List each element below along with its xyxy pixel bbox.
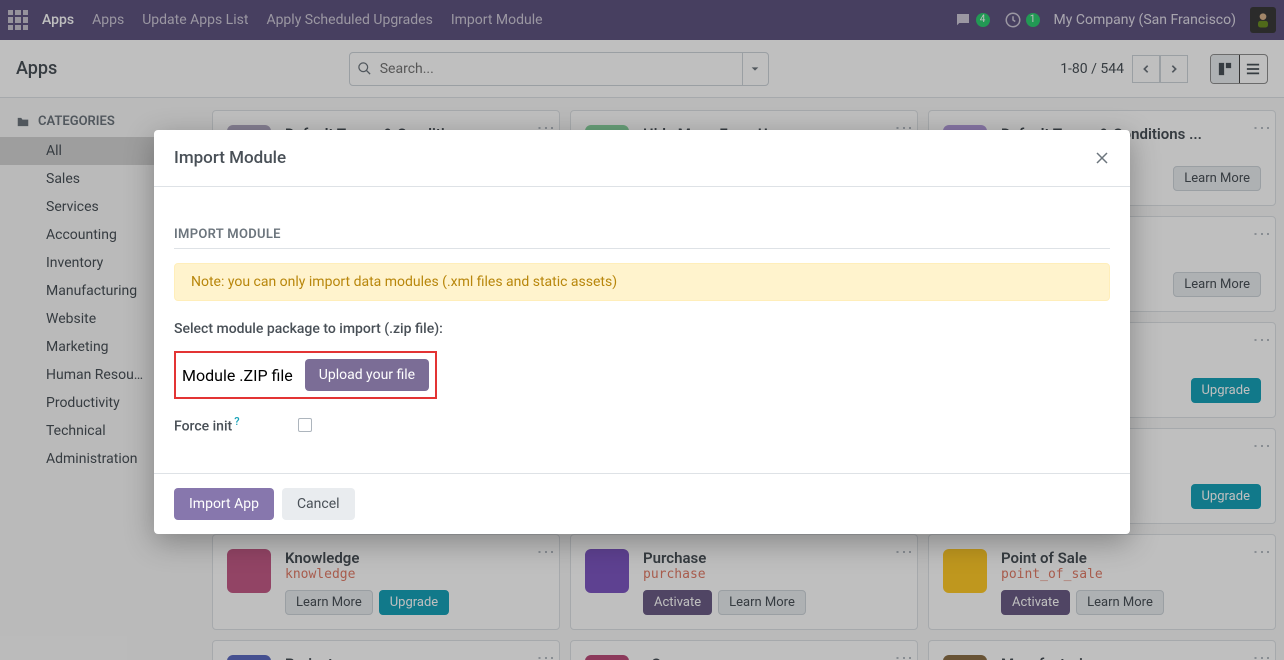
import-warning: Note: you can only import data modules (… xyxy=(174,263,1110,301)
help-icon[interactable]: ? xyxy=(234,415,239,428)
import-module-modal: Import Module IMPORT MODULE Note: you ca… xyxy=(154,130,1130,534)
modal-footer: Import App Cancel xyxy=(154,473,1130,534)
modal-title: Import Module xyxy=(174,148,286,168)
upload-field-wrapper: Module .ZIP file Upload your file xyxy=(174,351,437,399)
close-icon xyxy=(1094,150,1110,166)
upload-file-button[interactable]: Upload your file xyxy=(305,359,429,391)
modal-section-label: IMPORT MODULE xyxy=(174,227,1110,249)
modal-close-button[interactable] xyxy=(1094,150,1110,166)
cancel-button[interactable]: Cancel xyxy=(282,488,355,520)
modal-body: IMPORT MODULE Note: you can only import … xyxy=(154,187,1130,473)
import-app-button[interactable]: Import App xyxy=(174,488,274,520)
force-init-label: Force init? xyxy=(174,415,284,435)
force-init-row: Force init? xyxy=(174,415,1110,435)
modal-header: Import Module xyxy=(154,130,1130,187)
force-init-checkbox[interactable] xyxy=(298,418,312,432)
zip-file-label: Module .ZIP file xyxy=(182,366,293,385)
import-instruction: Select module package to import (.zip fi… xyxy=(174,321,1110,337)
